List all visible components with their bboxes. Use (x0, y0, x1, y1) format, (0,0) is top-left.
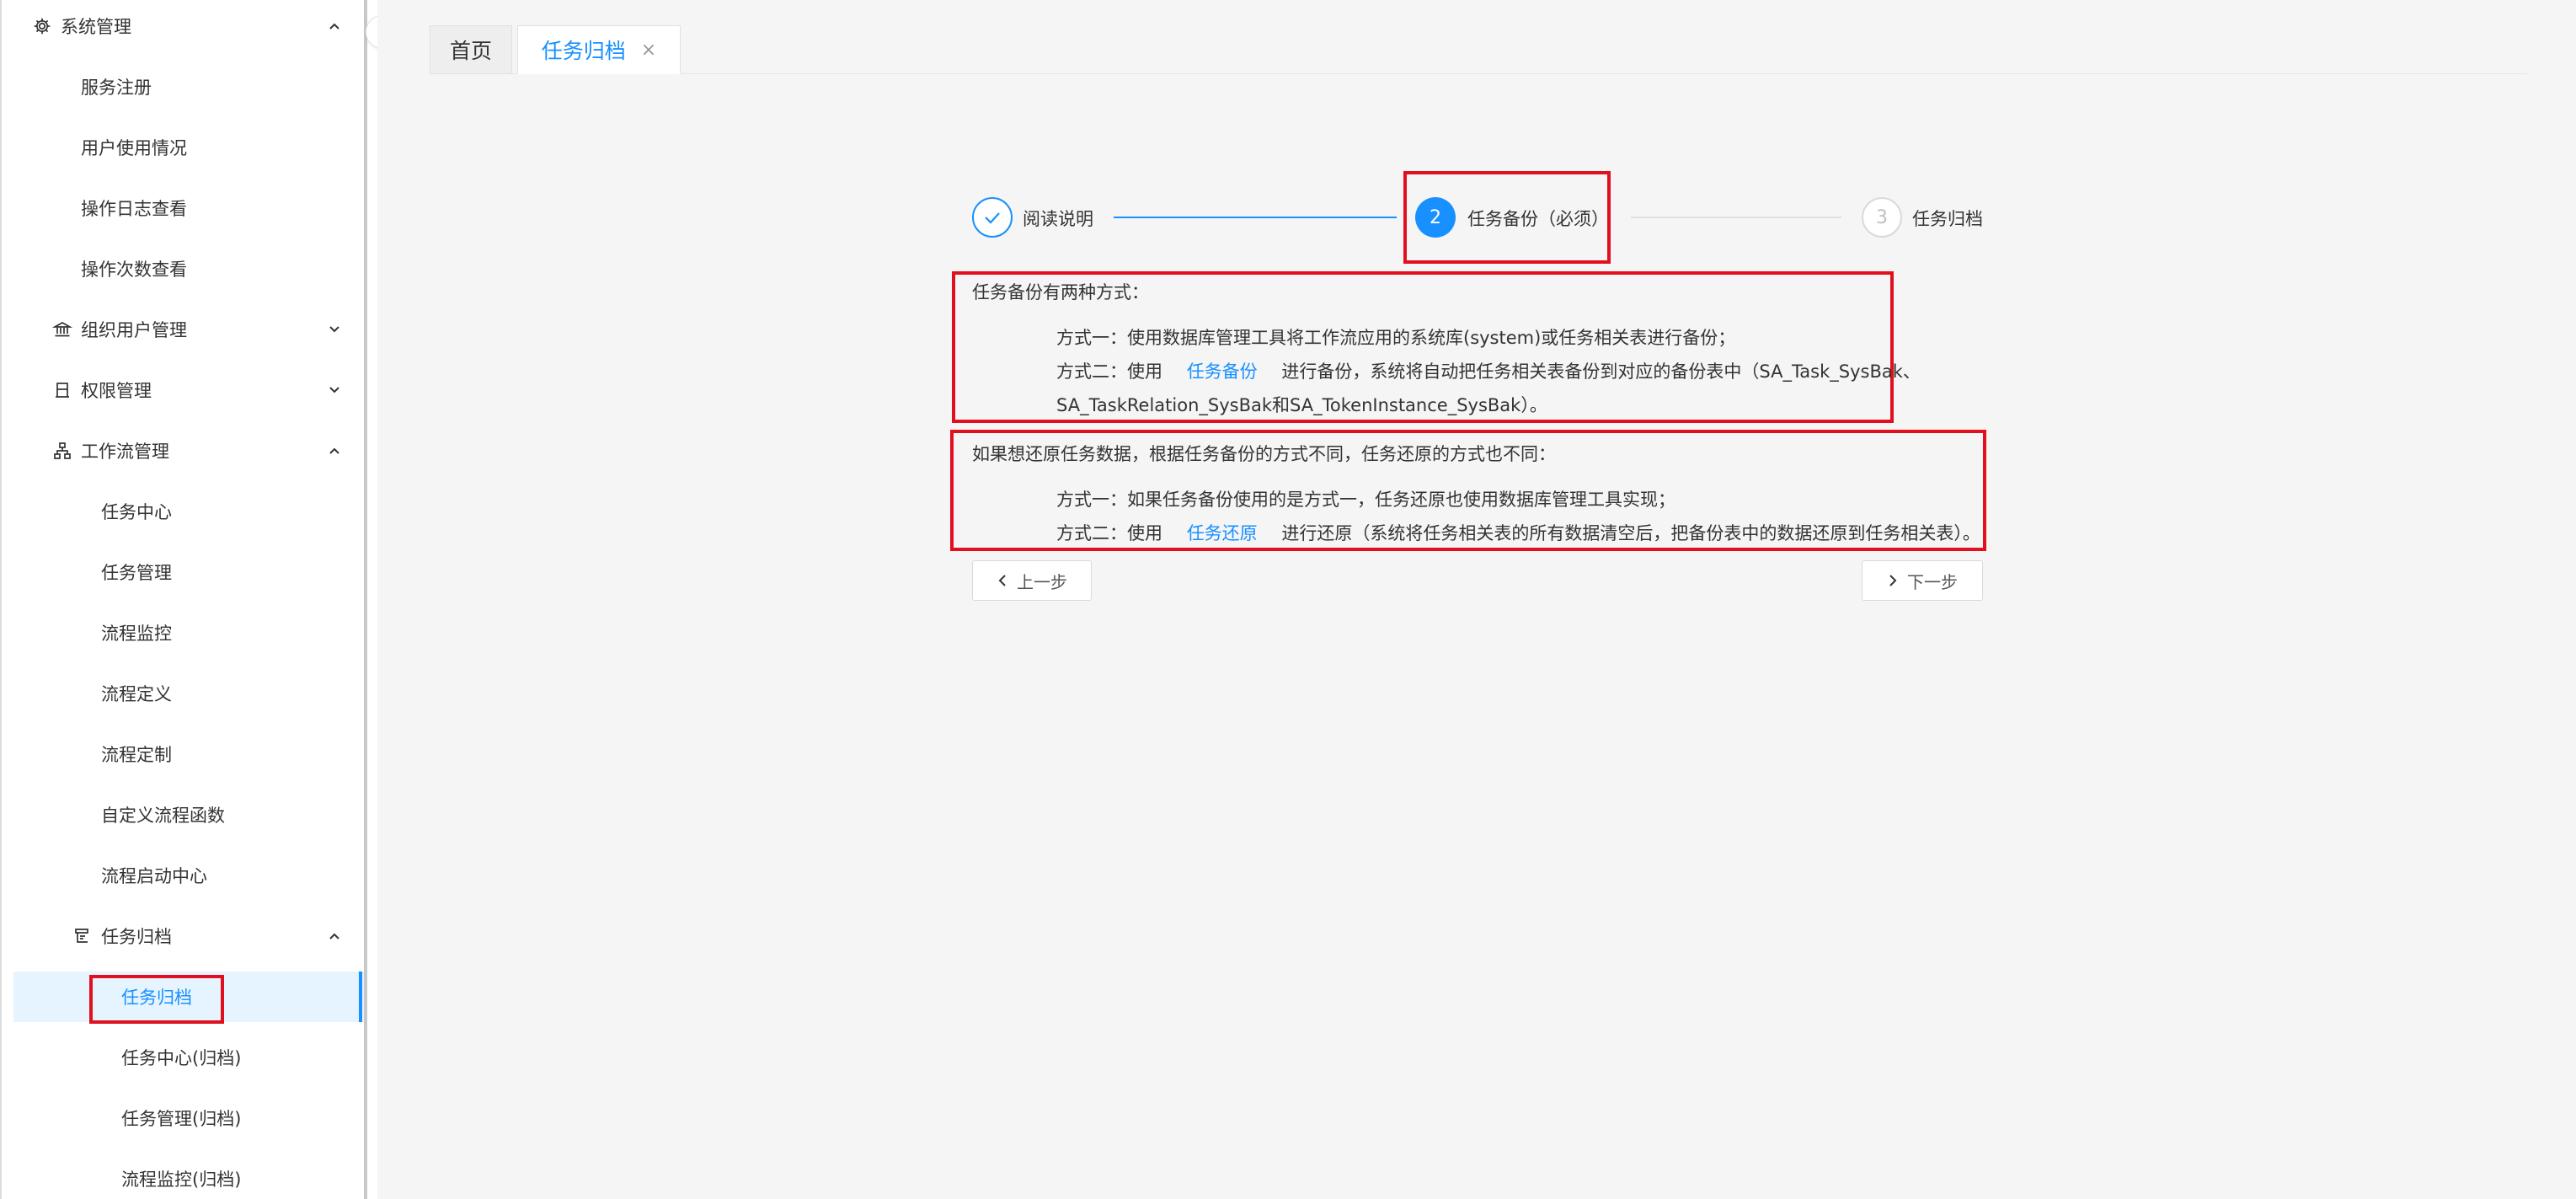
sidebar-item-process-monitor-archived[interactable]: 流程监控(归档) (2, 1154, 366, 1199)
sidebar-item-label: 流程监控 (101, 624, 172, 644)
chevron-up-icon (325, 442, 344, 460)
task-restore-link[interactable]: 任务还原 (1187, 523, 1258, 543)
sidebar-item-label: 组织用户管理 (81, 320, 187, 340)
step-1-label: 阅读说明 (1023, 209, 1093, 229)
next-step-label: 下一步 (1907, 571, 1958, 592)
sidebar-item-label: 流程定制 (101, 745, 172, 765)
sidebar-item-operation-count[interactable]: 操作次数查看 (2, 244, 366, 294)
sidebar-item-label: 流程定义 (101, 684, 172, 704)
tab-home[interactable]: 首页 (430, 25, 512, 74)
sidebar-group-task-archive[interactable]: 任务归档 (2, 911, 366, 961)
prev-step-button[interactable]: 上一步 (972, 560, 1092, 601)
chevron-right-icon (1889, 575, 1897, 586)
gear-icon (32, 16, 52, 36)
step-2-active-circle: 2 (1415, 197, 1456, 238)
active-indicator (359, 972, 362, 1022)
tab-home-label: 首页 (449, 39, 492, 63)
step-3-label: 任务归档 (1912, 209, 1983, 229)
step-connector-1 (1114, 217, 1397, 218)
check-icon (985, 212, 1000, 224)
backup-method-1: 方式一：使用数据库管理工具将工作流应用的系统库(system)或任务相关表进行备… (1056, 328, 1736, 348)
sidebar-item-label: 操作次数查看 (81, 260, 187, 280)
sidebar-item-label: 服务注册 (81, 78, 152, 98)
restore-intro: 如果想还原任务数据，根据任务备份的方式不同，任务还原的方式也不同： (972, 444, 1556, 464)
tab-bar: 首页 任务归档 × (430, 25, 2527, 74)
workflow-icon (52, 441, 72, 461)
sidebar-item-process-start-center[interactable]: 流程启动中心 (2, 850, 366, 901)
sidebar-group-org-user-management[interactable]: 组织用户管理 (2, 304, 366, 355)
sidebar-item-label: 任务中心 (101, 502, 172, 522)
chevron-left-icon (998, 575, 1006, 586)
sidebar-item-operation-log[interactable]: 操作日志查看 (2, 183, 366, 233)
sidebar-item-task-center-archived[interactable]: 任务中心(归档) (2, 1032, 366, 1083)
permission-icon (52, 380, 72, 400)
backup-intro: 任务备份有两种方式： (972, 282, 1149, 302)
sidebar-item-label: 权限管理 (81, 381, 152, 401)
tab-task-archive[interactable]: 任务归档 × (517, 25, 681, 74)
backup-method-2-line2: SA_TaskRelation_SysBak和SA_TokenInstance_… (1056, 395, 1547, 415)
bank-icon (52, 319, 72, 340)
sidebar-item-custom-process-function[interactable]: 自定义流程函数 (2, 790, 366, 840)
next-step-button[interactable]: 下一步 (1862, 560, 1983, 601)
chevron-up-icon (325, 17, 344, 35)
step-3-wait-circle: 3 (1862, 197, 1902, 238)
step-1-done-circle (972, 197, 1013, 238)
restore-method-2-prefix: 方式二：使用 (1056, 523, 1162, 543)
chevron-up-icon (325, 927, 344, 945)
sidebar-item-label: 自定义流程函数 (101, 806, 225, 826)
sidebar-item-label: 任务管理(归档) (121, 1109, 242, 1129)
main-content: 首页 任务归档 × 阅读说明 2 任务备份（必须） 3 任务归档 任务备份有两种… (377, 0, 2576, 1199)
prev-step-label: 上一步 (1017, 571, 1067, 592)
restore-method-2-suffix: 进行还原（系统将任务相关表的所有数据清空后，把备份表中的数据还原到任务相关表）。 (1281, 523, 1980, 543)
sidebar-item-process-definition[interactable]: 流程定义 (2, 668, 366, 719)
sidebar-item-label: 任务归档 (101, 927, 172, 947)
sidebar-item-label: 用户使用情况 (81, 138, 187, 158)
backup-method-2: 方式二：使用 任务备份 进行备份，系统将自动把任务相关表备份到对应的备份表中（S… (1056, 358, 1921, 383)
tab-task-archive-label: 任务归档 (541, 39, 626, 63)
sidebar-item-service-registration[interactable]: 服务注册 (2, 62, 366, 112)
sidebar-group-system-management[interactable]: 系统管理 (2, 1, 366, 51)
sidebar-item-user-usage[interactable]: 用户使用情况 (2, 122, 366, 173)
archive-icon (72, 926, 93, 946)
sidebar-item-task-management[interactable]: 任务管理 (2, 547, 366, 597)
chevron-down-icon (325, 320, 344, 339)
highlight-box-sidebar (89, 975, 224, 1024)
restore-method-2: 方式二：使用 任务还原 进行还原（系统将任务相关表的所有数据清空后，把备份表中的… (1056, 520, 1980, 545)
sidebar-item-label: 流程启动中心 (101, 866, 207, 886)
sidebar-group-permission-management[interactable]: 权限管理 (2, 365, 366, 415)
restore-method-1: 方式一：如果任务备份使用的是方式一，任务还原也使用数据库管理工具实现； (1056, 490, 1675, 510)
sidebar-item-label: 流程监控(归档) (121, 1170, 242, 1190)
sidebar-item-process-customization[interactable]: 流程定制 (2, 729, 366, 779)
sidebar-scrollbar[interactable] (364, 0, 367, 1199)
backup-method-2-prefix: 方式二：使用 (1056, 361, 1162, 382)
step-connector-2 (1631, 217, 1841, 218)
sidebar-item-label: 系统管理 (61, 17, 131, 37)
sidebar: 系统管理 服务注册 用户使用情况 操作日志查看 操作次数查看 组织用户管理 权限… (0, 0, 367, 1199)
step-2-label: 任务备份（必须） (1467, 209, 1609, 229)
sidebar-item-task-center[interactable]: 任务中心 (2, 486, 366, 537)
sidebar-item-label: 工作流管理 (81, 442, 169, 462)
sidebar-item-label: 任务中心(归档) (121, 1048, 242, 1068)
chevron-down-icon (325, 381, 344, 399)
sidebar-item-label: 操作日志查看 (81, 199, 187, 219)
sidebar-group-workflow-management[interactable]: 工作流管理 (2, 426, 366, 476)
backup-method-2-suffix: 进行备份，系统将自动把任务相关表备份到对应的备份表中（SA_Task_SysBa… (1281, 361, 1921, 382)
task-backup-link[interactable]: 任务备份 (1187, 361, 1258, 382)
sidebar-item-task-management-archived[interactable]: 任务管理(归档) (2, 1093, 366, 1143)
close-icon[interactable]: × (641, 40, 656, 61)
sidebar-item-process-monitor[interactable]: 流程监控 (2, 608, 366, 658)
sidebar-item-label: 任务管理 (101, 563, 172, 583)
